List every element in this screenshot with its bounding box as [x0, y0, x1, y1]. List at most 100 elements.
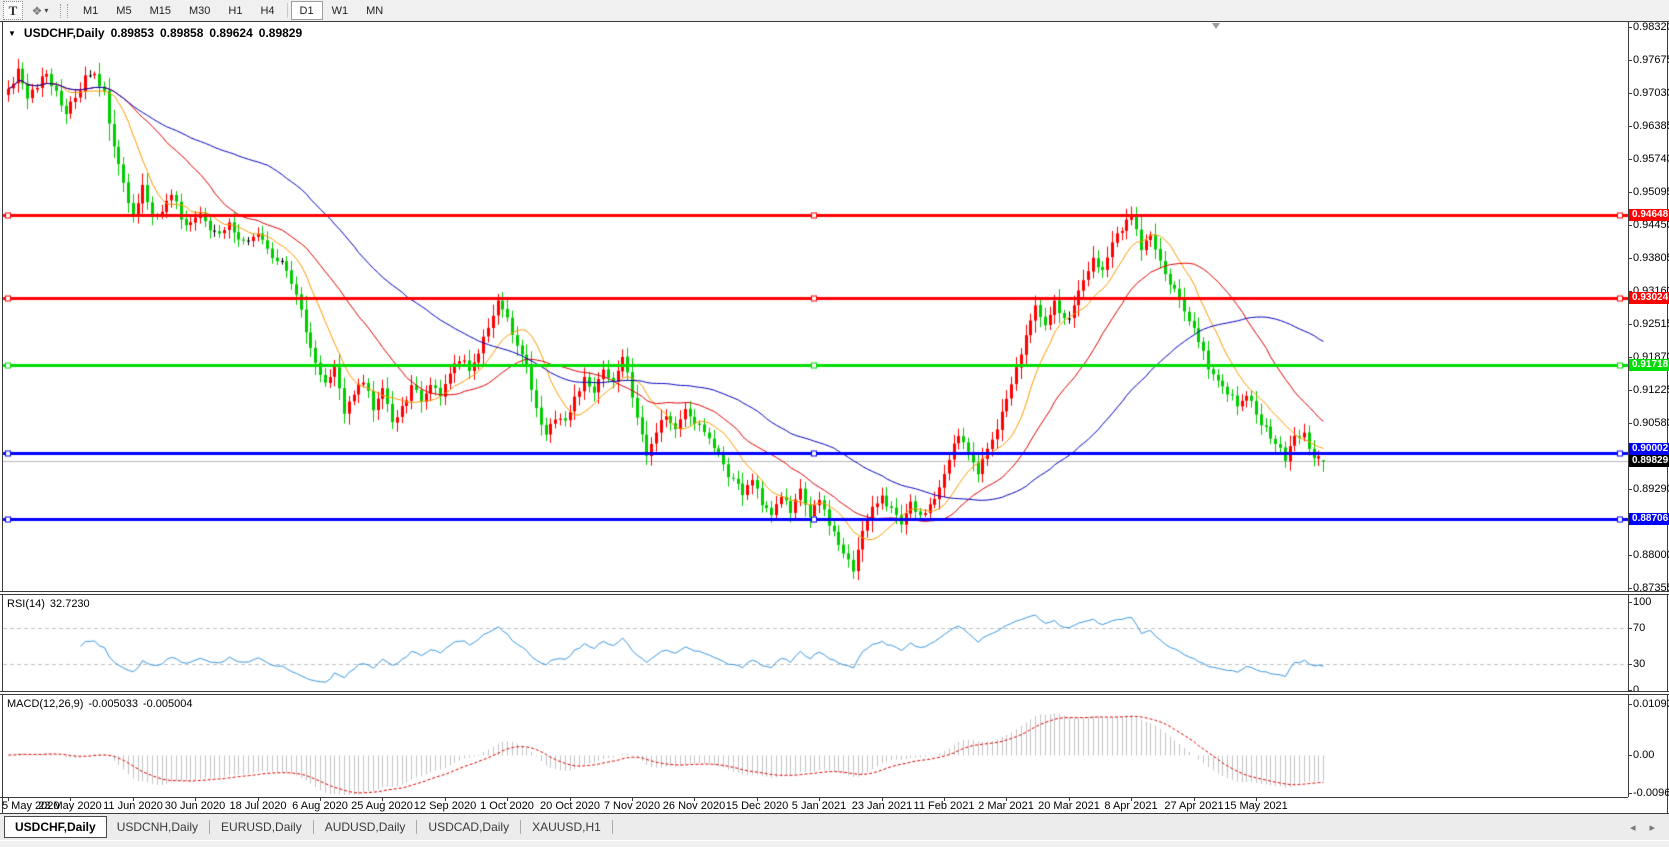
- chart-tab-usdcad[interactable]: USDCAD,Daily: [418, 817, 519, 837]
- timeframe-button-mn[interactable]: MN: [357, 1, 392, 20]
- chart-tab-xauusd[interactable]: XAUUSD,H1: [522, 817, 611, 837]
- objects-tool-button[interactable]: ❖ ▾: [28, 2, 52, 19]
- timeframe-toolbar: M1 M5 M15 M30 H1 H4 D1 W1 MN: [74, 0, 392, 21]
- timeframe-button-w1[interactable]: W1: [323, 1, 358, 20]
- price-tick: [1628, 192, 1632, 193]
- date-axis-label: 26 Nov 2020: [662, 800, 726, 812]
- price-tick: [1628, 423, 1632, 424]
- price-axis-label: 0.95095: [1633, 186, 1669, 198]
- rsi-name: RSI(14): [7, 598, 45, 610]
- price-tick: [1628, 126, 1632, 127]
- price-chart-canvas[interactable]: [0, 22, 1628, 591]
- macd-signal-value: -0.005004: [142, 698, 193, 710]
- rsi-panel-canvas[interactable]: [0, 595, 1628, 691]
- tab-separator: [209, 820, 211, 834]
- indicator-axis-label: 0.00: [1633, 749, 1655, 761]
- chart-tab-bar: USDCHF,Daily USDCNH,Daily EURUSD,Daily AUDU…: [0, 814, 1669, 840]
- dropdown-caret-icon: ▾: [44, 5, 49, 15]
- hline-price-tag: 0.88706: [1629, 513, 1669, 525]
- chart-tab-audusd[interactable]: AUDUSD,Daily: [315, 817, 416, 837]
- timeframe-button-h1[interactable]: H1: [219, 1, 251, 20]
- date-axis-label: 1 Oct 2020: [480, 800, 534, 812]
- macd-panel-canvas[interactable]: [0, 695, 1628, 797]
- hline-price-tag: 0.94648: [1629, 209, 1669, 221]
- price-axis-label: 0.95740: [1633, 153, 1669, 165]
- date-axis-label: 5 Jan 2021: [791, 800, 847, 812]
- price-tick: [1628, 159, 1632, 160]
- date-axis-label: 30 Jun 2020: [164, 800, 226, 812]
- chart-title: ▼ USDCHF,Daily 0.89853 0.89858 0.89624 0…: [8, 26, 302, 40]
- price-axis-label: 0.98320: [1633, 21, 1669, 33]
- indicator-tick: [1628, 664, 1632, 665]
- price-tick: [1628, 93, 1632, 94]
- objects-tool-icon: ❖: [31, 3, 43, 18]
- text-tool-button[interactable]: T: [3, 1, 23, 20]
- date-axis-label: 15 May 2021: [1224, 800, 1288, 812]
- macd-label: MACD(12,26,9) -0.005033 -0.005004: [7, 698, 193, 710]
- price-tick: [1628, 258, 1632, 259]
- indicator-tick: [1628, 755, 1632, 756]
- price-axis-label: 0.91225: [1633, 384, 1669, 396]
- macd-name: MACD(12,26,9): [7, 698, 84, 710]
- indicator-axis-label: -0.00965: [1633, 787, 1669, 799]
- tab-scroll-left-icon[interactable]: ◂: [1630, 821, 1636, 834]
- timeframe-button-m5[interactable]: M5: [107, 1, 140, 20]
- price-tick: [1628, 390, 1632, 391]
- price-tick: [1628, 588, 1632, 589]
- timeframe-button-h4[interactable]: H4: [251, 1, 283, 20]
- price-tick: [1628, 489, 1632, 490]
- date-axis-label: 23 Jan 2021: [851, 800, 913, 812]
- date-axis-label: 25 Aug 2020: [351, 800, 413, 812]
- chart-shift-marker[interactable]: [1212, 23, 1220, 29]
- quote-close: 0.89829: [258, 26, 303, 40]
- collapse-triangle-icon[interactable]: ▼: [8, 29, 16, 38]
- quote-open: 0.89853: [110, 26, 154, 40]
- date-axis-label: 20 Mar 2021: [1038, 800, 1100, 812]
- hline-price-tag: 0.89829: [1629, 455, 1669, 467]
- date-axis-label: 11 Feb 2021: [913, 800, 975, 812]
- price-tick: [1628, 60, 1632, 61]
- toolbar: T ❖ ▾ M1 M5 M15 M30 H1 H4 D1 W1 MN: [0, 0, 1669, 21]
- indicator-axis-label: 0.010933: [1633, 698, 1669, 710]
- hline-price-tag: 0.93024: [1629, 292, 1669, 304]
- price-axis-label: 0.96385: [1633, 120, 1669, 132]
- price-tick: [1628, 357, 1632, 358]
- date-axis-label: 23 May 2020: [38, 800, 102, 812]
- time-axis-line: [0, 797, 1628, 798]
- rsi-value: 32.7230: [49, 598, 90, 610]
- timeframe-button-m1[interactable]: M1: [74, 1, 107, 20]
- chart-tab-usdcnh[interactable]: USDCNH,Daily: [107, 817, 208, 837]
- date-axis-label: 8 Apr 2021: [1104, 800, 1158, 812]
- indicator-axis-label: 70: [1633, 622, 1646, 634]
- price-axis-label: 0.88000: [1633, 549, 1669, 561]
- toolbar-separator: [286, 3, 288, 18]
- date-axis-label: 20 Oct 2020: [540, 800, 600, 812]
- price-axis-label: 0.97675: [1633, 54, 1669, 66]
- toolbar-grip: [60, 3, 68, 18]
- price-axis-label: 0.89290: [1633, 483, 1669, 495]
- tab-separator: [312, 820, 314, 834]
- panel-splitter-rsi[interactable]: [0, 591, 1669, 595]
- date-axis-label: 7 Nov 2020: [603, 800, 661, 812]
- tab-scroll-arrows: ◂ ▸: [1630, 821, 1655, 834]
- chart-tabs: USDCHF,Daily USDCNH,Daily EURUSD,Daily AUDU…: [0, 816, 614, 838]
- timeframe-button-d1[interactable]: D1: [290, 1, 323, 20]
- tab-scroll-right-icon[interactable]: ▸: [1649, 821, 1655, 834]
- date-axis-label: 15 Dec 2020: [725, 800, 789, 812]
- panel-splitter-macd[interactable]: [0, 691, 1669, 695]
- price-axis-label: 0.90580: [1633, 417, 1669, 429]
- hline-price-tag: 0.90002: [1629, 443, 1669, 455]
- timeframe-button-m15[interactable]: M15: [141, 1, 180, 20]
- tab-separator: [416, 820, 418, 834]
- price-axis-label: 0.93805: [1633, 252, 1669, 264]
- timeframe-button-m30[interactable]: M30: [180, 1, 219, 20]
- price-tick: [1628, 324, 1632, 325]
- indicator-tick: [1628, 793, 1632, 794]
- status-strip: [0, 841, 1669, 847]
- indicator-tick: [1628, 628, 1632, 629]
- price-tick: [1628, 555, 1632, 556]
- chart-tab-usdchf[interactable]: USDCHF,Daily: [4, 816, 107, 838]
- chart-tab-eurusd[interactable]: EURUSD,Daily: [211, 817, 312, 837]
- date-axis-label: 11 Jun 2020: [103, 800, 163, 812]
- date-axis-label: 27 Apr 2021: [1164, 800, 1224, 812]
